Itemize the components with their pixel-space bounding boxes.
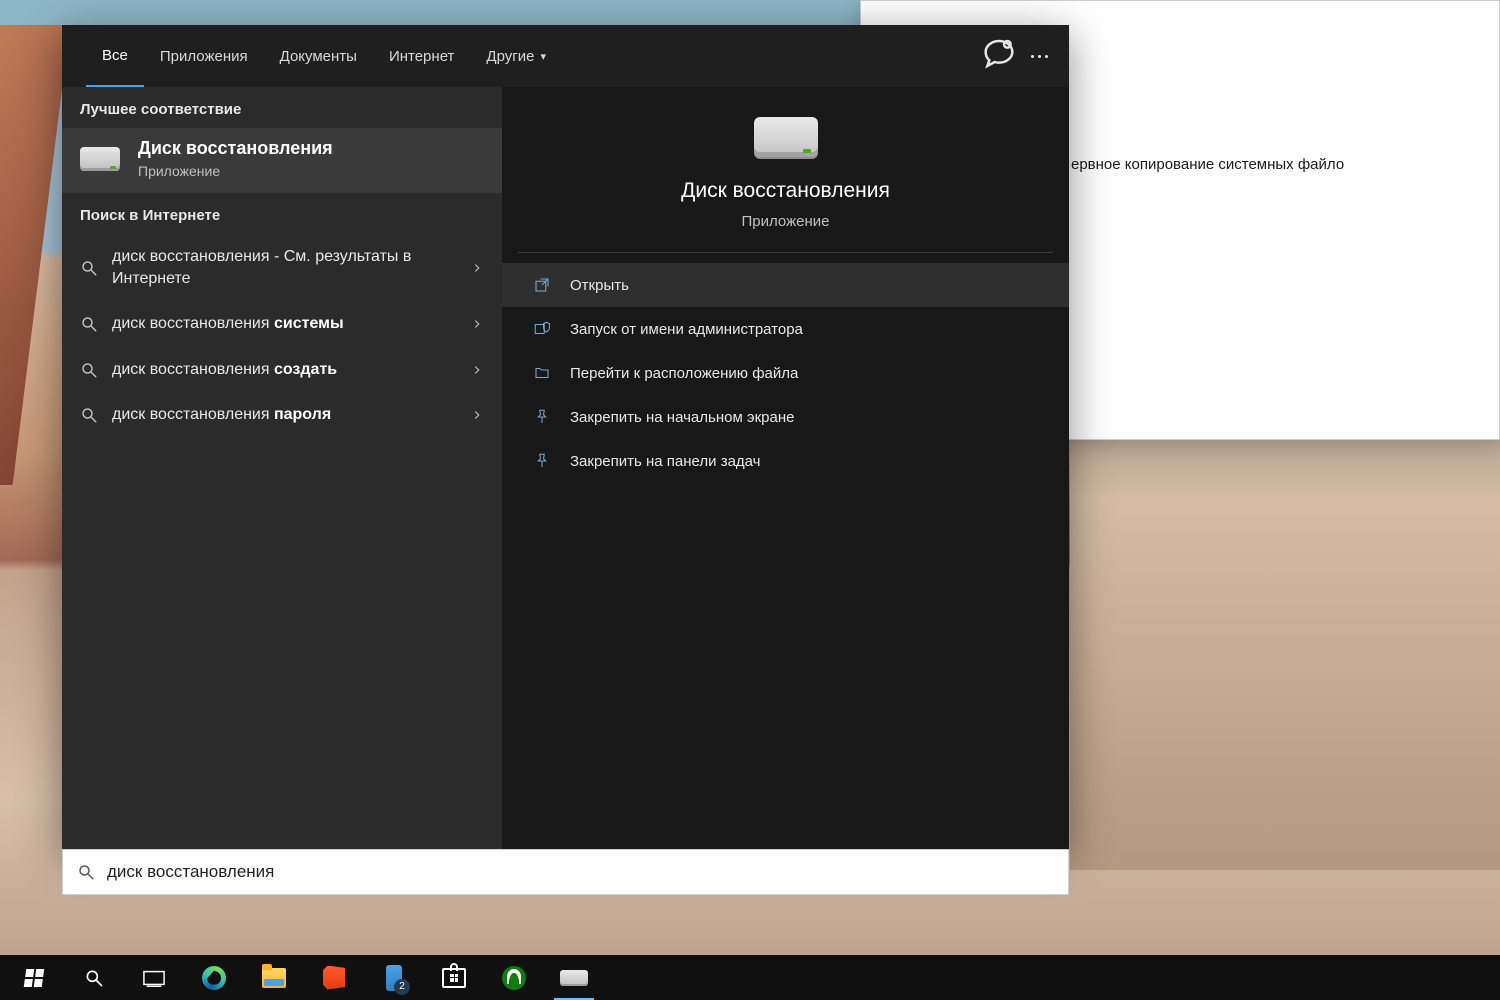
- action-run-as-admin[interactable]: Запуск от имени администратора: [502, 307, 1069, 351]
- divider: [518, 252, 1053, 253]
- microsoft-store-icon: [442, 968, 466, 988]
- your-phone-icon: 2: [386, 965, 402, 991]
- office-icon: [323, 966, 345, 990]
- tab-label: Все: [102, 47, 128, 64]
- taskbar-app-edge[interactable]: [184, 955, 244, 1000]
- chevron-right-icon: [470, 363, 484, 377]
- best-match-title: Диск восстановления: [138, 138, 333, 159]
- background-window-text: ервное копирование системных файло: [1071, 156, 1344, 173]
- drive-icon: [560, 970, 588, 986]
- web-result-text: диск восстановления создать: [112, 359, 456, 381]
- drive-icon: [754, 117, 818, 157]
- web-result-text: диск восстановления - См. результаты в И…: [112, 246, 456, 289]
- taskbar-app-store[interactable]: [424, 955, 484, 1000]
- preview-hero: Диск восстановления Приложение: [502, 117, 1069, 252]
- folder-icon: [532, 363, 552, 383]
- taskbar-search-button[interactable]: [64, 955, 124, 1000]
- web-result[interactable]: диск восстановления пароля: [62, 392, 502, 438]
- action-label: Открыть: [570, 277, 629, 294]
- chevron-right-icon: [470, 317, 484, 331]
- pin-icon: [532, 407, 552, 427]
- preview-subtitle: Приложение: [742, 213, 830, 230]
- best-match-heading: Лучшее соответствие: [62, 87, 502, 128]
- task-view-icon: [143, 967, 165, 989]
- chevron-right-icon: [470, 261, 484, 275]
- drive-icon: [80, 147, 120, 171]
- pin-icon: [532, 451, 552, 471]
- tab-label: Другие: [486, 48, 534, 65]
- tab-web[interactable]: Интернет: [373, 25, 470, 87]
- action-label: Запуск от имени администратора: [570, 321, 803, 338]
- action-label: Закрепить на панели задач: [570, 453, 761, 470]
- action-pin-to-start[interactable]: Закрепить на начальном экране: [502, 395, 1069, 439]
- web-result-text: диск восстановления пароля: [112, 404, 456, 426]
- tab-label: Интернет: [389, 48, 454, 65]
- action-pin-to-taskbar[interactable]: Закрепить на панели задач: [502, 439, 1069, 483]
- search-input[interactable]: [107, 862, 1054, 882]
- taskbar-app-phone[interactable]: 2: [364, 955, 424, 1000]
- web-result-text: диск восстановления системы: [112, 313, 456, 335]
- start-button[interactable]: [4, 955, 64, 1000]
- task-view-button[interactable]: [124, 955, 184, 1000]
- windows-logo-icon: [24, 969, 45, 987]
- action-label: Перейти к расположению файла: [570, 365, 798, 382]
- web-result[interactable]: диск восстановления создать: [62, 347, 502, 393]
- search-icon: [84, 968, 104, 988]
- edge-icon: [202, 966, 226, 990]
- search-icon: [77, 863, 95, 881]
- taskbar-app-xbox[interactable]: [484, 955, 544, 1000]
- more-options-icon[interactable]: [1019, 36, 1059, 76]
- open-icon: [532, 275, 552, 295]
- taskbar-app-recovery-drive[interactable]: [544, 955, 604, 1000]
- search-tabs: Все Приложения Документы Интернет Другие…: [62, 25, 1069, 87]
- tab-label: Документы: [280, 48, 357, 65]
- search-icon: [80, 315, 98, 333]
- best-match-subtitle: Приложение: [138, 163, 333, 179]
- shield-icon: [532, 319, 552, 339]
- chevron-down-icon: ▾: [540, 50, 546, 63]
- web-result[interactable]: диск восстановления системы: [62, 301, 502, 347]
- chevron-right-icon: [470, 408, 484, 422]
- taskbar-app-office[interactable]: [304, 955, 364, 1000]
- action-open-file-location[interactable]: Перейти к расположению файла: [502, 351, 1069, 395]
- preview-pane: Диск восстановления Приложение Открыть З…: [502, 87, 1069, 849]
- action-label: Закрепить на начальном экране: [570, 409, 794, 426]
- action-open[interactable]: Открыть: [502, 263, 1069, 307]
- xbox-icon: [502, 966, 526, 990]
- results-pane: Лучшее соответствие Диск восстановления …: [62, 87, 502, 849]
- tab-documents[interactable]: Документы: [264, 25, 373, 87]
- web-results-heading: Поиск в Интернете: [62, 193, 502, 234]
- search-flyout: Все Приложения Документы Интернет Другие…: [62, 25, 1069, 849]
- search-icon: [80, 259, 98, 277]
- best-match-result[interactable]: Диск восстановления Приложение: [62, 128, 502, 193]
- search-box[interactable]: [62, 849, 1069, 895]
- web-result[interactable]: диск восстановления - См. результаты в И…: [62, 234, 502, 301]
- tab-apps[interactable]: Приложения: [144, 25, 264, 87]
- file-explorer-icon: [262, 968, 286, 988]
- badge-count: 2: [394, 979, 410, 995]
- taskbar: 2: [0, 955, 1500, 1000]
- feedback-icon[interactable]: [979, 36, 1019, 76]
- tab-all[interactable]: Все: [86, 25, 144, 87]
- search-icon: [80, 406, 98, 424]
- tab-more[interactable]: Другие ▾: [470, 25, 562, 87]
- taskbar-app-explorer[interactable]: [244, 955, 304, 1000]
- tab-label: Приложения: [160, 48, 248, 65]
- preview-title: Диск восстановления: [681, 179, 890, 203]
- search-icon: [80, 361, 98, 379]
